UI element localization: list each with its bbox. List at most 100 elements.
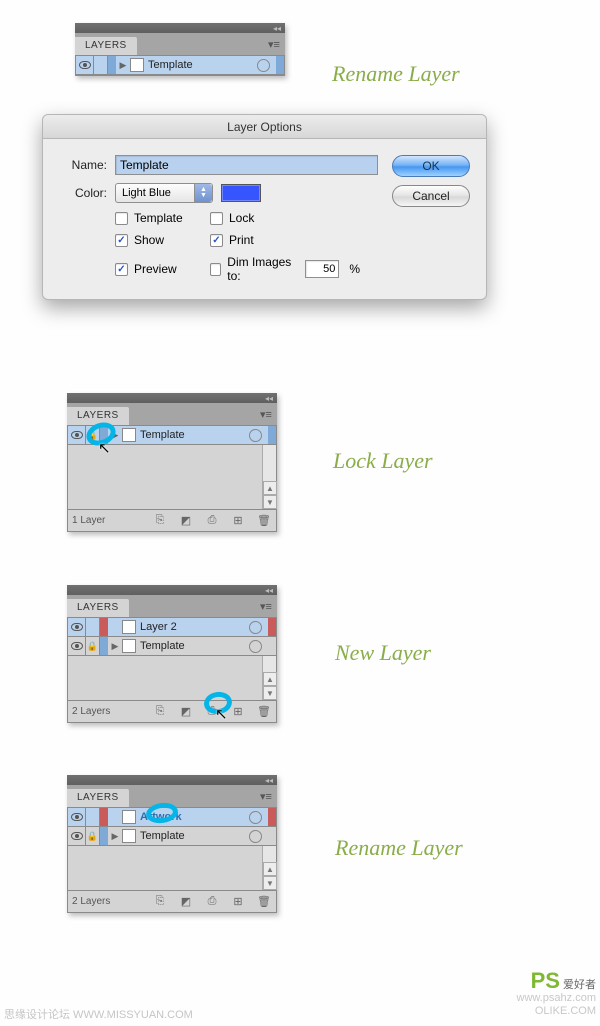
locate-icon[interactable]: ⎘ [152, 705, 168, 719]
scroll-up-icon[interactable]: ▲ [263, 862, 277, 876]
percent-label: % [349, 262, 360, 276]
layers-tab[interactable]: LAYERS [67, 789, 129, 807]
color-select[interactable]: Light Blue ▲▼ [115, 183, 213, 203]
layer-name[interactable]: Template [148, 59, 257, 71]
lock-icon: 🔒 [87, 641, 98, 652]
new-layer-icon[interactable]: ⊞ [230, 514, 246, 528]
panel-empty-area: ▲ ▼ [68, 656, 276, 700]
layer-count: 2 Layers [72, 706, 142, 717]
target-icon[interactable] [249, 621, 262, 634]
layer-name-editing[interactable]: Artwork [140, 811, 249, 823]
scroll-up-icon[interactable]: ▲ [263, 672, 277, 686]
ok-button[interactable]: OK [392, 155, 470, 177]
locate-icon[interactable]: ⎘ [152, 895, 168, 909]
layers-tab[interactable]: LAYERS [67, 599, 129, 617]
panel-menu-icon[interactable]: ▾≡ [259, 789, 273, 803]
trash-icon[interactable]: 🗑 [256, 705, 272, 719]
template-checkbox[interactable] [115, 212, 128, 225]
collapse-icon[interactable]: ◂◂ [265, 776, 273, 785]
target-icon[interactable] [249, 640, 262, 653]
layer-name[interactable]: Layer 2 [140, 621, 249, 633]
selection-color [268, 426, 276, 444]
panel-menu-icon[interactable]: ▾≡ [259, 599, 273, 613]
print-checkbox[interactable]: ✓ [210, 234, 223, 247]
make-clip-icon[interactable]: ◩ [178, 705, 194, 719]
layer-color-bar [100, 637, 108, 655]
new-sublayer-icon[interactable]: ⎙ [204, 514, 220, 528]
scrollbar[interactable]: ▲ ▼ [262, 445, 276, 509]
visibility-toggle[interactable] [68, 618, 86, 636]
lock-column[interactable] [94, 56, 108, 74]
scrollbar[interactable]: ▲ ▼ [262, 846, 276, 890]
dim-checkbox[interactable] [210, 263, 221, 276]
panel-body: ▶ Template [75, 55, 285, 76]
template-checkbox-label: Template [134, 211, 183, 225]
visibility-toggle[interactable] [68, 637, 86, 655]
panel-footer: 2 Layers ⎘ ◩ ⎙ ⊞ 🗑 [67, 891, 277, 913]
panel-menu-icon[interactable]: ▾≡ [267, 37, 281, 51]
lock-column[interactable] [86, 808, 100, 826]
show-checkbox[interactable]: ✓ [115, 234, 128, 247]
collapse-icon[interactable]: ◂◂ [265, 394, 273, 403]
selection-color [268, 618, 276, 636]
target-icon[interactable] [249, 830, 262, 843]
lock-column[interactable] [86, 618, 100, 636]
collapse-icon[interactable]: ◂◂ [273, 24, 281, 33]
select-arrows-icon: ▲▼ [194, 184, 212, 202]
trash-icon[interactable]: 🗑 [256, 895, 272, 909]
color-swatch[interactable] [221, 184, 261, 202]
layers-panel-1: ◂◂ LAYERS ▾≡ ▶ Template [75, 23, 285, 76]
target-icon[interactable] [257, 59, 270, 72]
panel-tabbar: ◂◂ [67, 393, 277, 403]
scrollbar[interactable]: ▲ ▼ [262, 656, 276, 700]
make-clip-icon[interactable]: ◩ [178, 895, 194, 909]
new-layer-icon[interactable]: ⊞ [230, 895, 246, 909]
print-checkbox-label: Print [229, 233, 254, 247]
layer-row[interactable]: Artwork [68, 808, 276, 827]
make-clip-icon[interactable]: ◩ [178, 514, 194, 528]
cancel-button[interactable]: Cancel [392, 185, 470, 207]
lock-column[interactable]: 🔒 [86, 637, 100, 655]
layer-count: 1 Layer [72, 515, 142, 526]
scroll-down-icon[interactable]: ▼ [263, 876, 277, 890]
layer-name[interactable]: Template [140, 429, 249, 441]
new-sublayer-icon[interactable]: ⎙ [204, 895, 220, 909]
eye-icon [71, 623, 83, 631]
dim-input[interactable] [305, 260, 339, 278]
layer-row[interactable]: ▶ Template [76, 56, 284, 75]
caption-rename-layer: Rename Layer [332, 61, 460, 87]
layers-tab[interactable]: LAYERS [75, 37, 137, 55]
dialog-title: Layer Options [43, 115, 486, 139]
layer-color-bar [108, 56, 116, 74]
collapse-icon[interactable]: ◂◂ [265, 586, 273, 595]
lock-checkbox[interactable] [210, 212, 223, 225]
layer-options-dialog: Layer Options Name: Color: Light Blue ▲▼… [42, 114, 487, 300]
visibility-toggle[interactable] [68, 426, 86, 444]
preview-checkbox[interactable]: ✓ [115, 263, 128, 276]
layer-row[interactable]: 🔒 ▶ Template [68, 637, 276, 656]
visibility-toggle[interactable] [68, 808, 86, 826]
scroll-down-icon[interactable]: ▼ [263, 686, 277, 700]
layers-tab[interactable]: LAYERS [67, 407, 129, 425]
visibility-toggle[interactable] [68, 827, 86, 845]
visibility-toggle[interactable] [76, 56, 94, 74]
disclosure-icon[interactable]: ▶ [116, 60, 130, 71]
name-input[interactable] [115, 155, 378, 175]
scroll-up-icon[interactable]: ▲ [263, 481, 277, 495]
scroll-down-icon[interactable]: ▼ [263, 495, 277, 509]
layer-name[interactable]: Template [140, 640, 249, 652]
new-layer-icon[interactable]: ⊞ [230, 705, 246, 719]
lock-column[interactable]: 🔒 [86, 827, 100, 845]
selection-color [268, 827, 276, 845]
disclosure-icon[interactable]: ▶ [108, 641, 122, 652]
color-label: Color: [59, 186, 107, 200]
layer-row[interactable]: 🔒 ▶ Template [68, 827, 276, 846]
target-icon[interactable] [249, 811, 262, 824]
disclosure-icon[interactable]: ▶ [108, 831, 122, 842]
locate-icon[interactable]: ⎘ [152, 514, 168, 528]
target-icon[interactable] [249, 429, 262, 442]
panel-menu-icon[interactable]: ▾≡ [259, 407, 273, 421]
layer-name[interactable]: Template [140, 830, 249, 842]
trash-icon[interactable]: 🗑 [256, 514, 272, 528]
layer-row[interactable]: Layer 2 [68, 618, 276, 637]
